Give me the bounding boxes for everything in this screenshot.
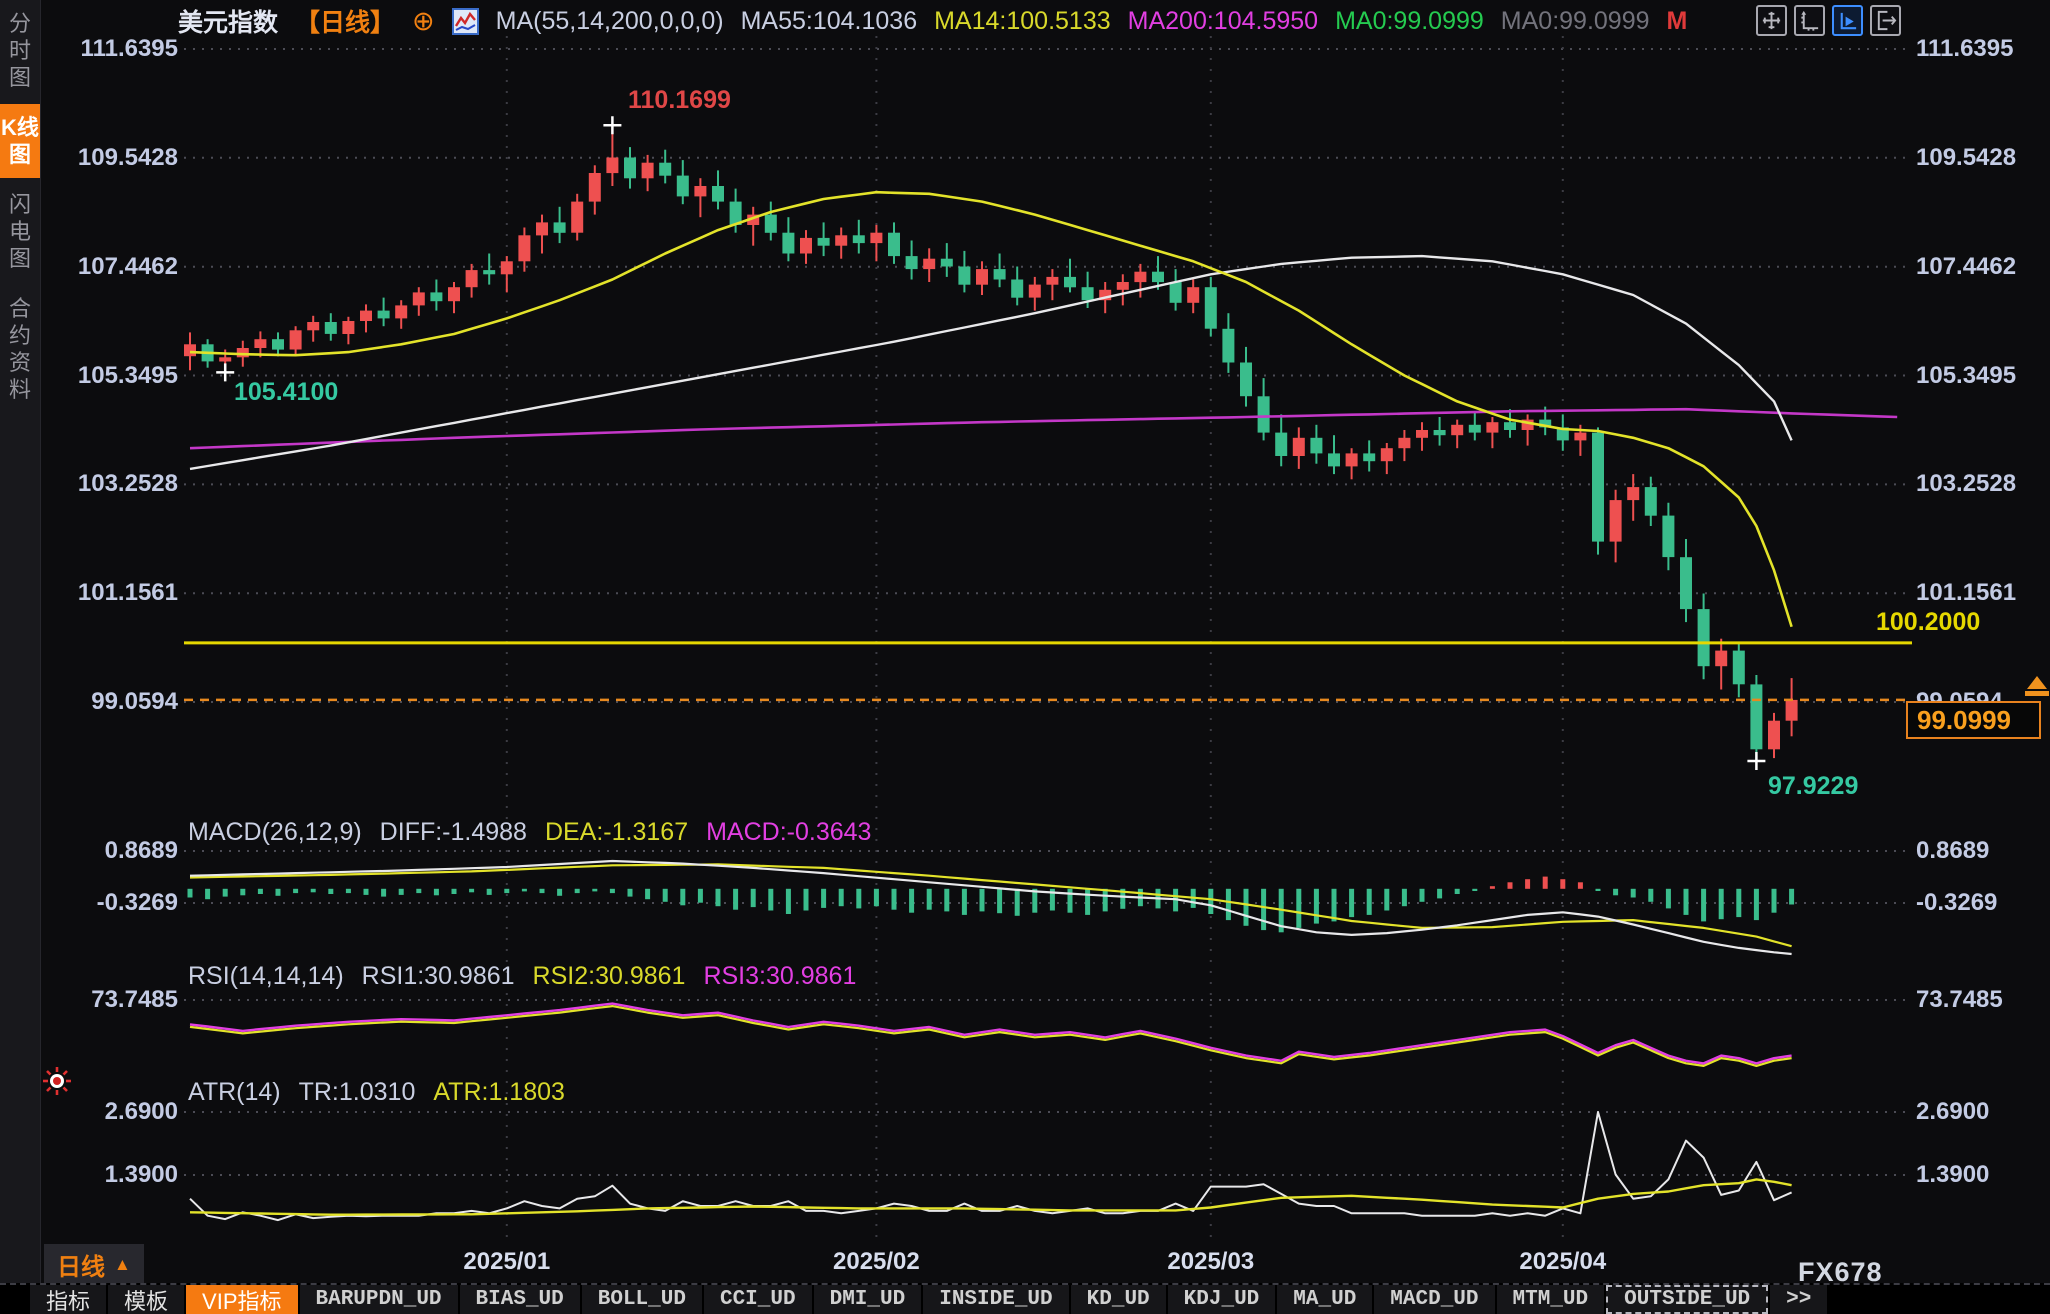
- sidebar-tab-lightning-chart[interactable]: 闪电图: [0, 181, 40, 282]
- bottom-tab-BARUPDN_UD[interactable]: BARUPDN_UD: [300, 1285, 458, 1314]
- date-axis-label: 2025/04: [1503, 1248, 1623, 1276]
- price-axis-label-right: 111.6395: [1916, 35, 2013, 63]
- atr-axis-label-left: 2.6900: [68, 1098, 178, 1126]
- price-axis-label-right: 101.1561: [1916, 579, 2016, 607]
- bottom-tab-BIAS_UD[interactable]: BIAS_UD: [460, 1285, 580, 1314]
- rsi1-value: RSI1:30.9861: [362, 962, 515, 991]
- price-axis-label-right: 107.4462: [1916, 253, 2016, 281]
- bottom-tab-MA_UD[interactable]: MA_UD: [1277, 1285, 1372, 1314]
- pan-icon[interactable]: [1756, 5, 1787, 36]
- price-axis-label-right: 105.3495: [1916, 362, 2016, 390]
- macd-hist-value: MACD:-0.3643: [706, 818, 871, 847]
- recent-low-label: 97.9229: [1768, 772, 1858, 801]
- atr-tr-value: TR:1.0310: [299, 1078, 416, 1107]
- price-arrow-base: [2025, 691, 2049, 696]
- date-axis-label: 2025/03: [1151, 1248, 1271, 1276]
- macd-diff-value: DIFF:-1.4988: [380, 818, 527, 847]
- ma0-value-green: MA0:99.0999: [1335, 7, 1484, 36]
- date-axis-label: 2025/02: [816, 1248, 936, 1276]
- ma55-value: MA55:104.1036: [741, 7, 918, 36]
- playback-icon[interactable]: [1832, 5, 1863, 36]
- trading-app-window: 111.6395 111.6395 109.5428 109.5428 107.4462…: [0, 0, 2050, 1314]
- bottom-tab-MTM_UD[interactable]: MTM_UD: [1497, 1285, 1605, 1314]
- bottom-tab-KD_UD[interactable]: KD_UD: [1071, 1285, 1166, 1314]
- main-chart-canvas[interactable]: [0, 0, 2050, 1314]
- bottom-tab-INSIDE_UD[interactable]: INSIDE_UD: [923, 1285, 1068, 1314]
- price-axis-label-left: 103.2528: [68, 470, 178, 498]
- ma200-value: MA200:104.5950: [1128, 7, 1318, 36]
- period-tag[interactable]: 【日线】: [295, 3, 395, 39]
- rsi-params: RSI(14,14,14): [188, 962, 344, 991]
- price-axis-label-left: 107.4462: [68, 253, 178, 281]
- ma-truncated-label: M: [1667, 7, 1688, 36]
- live-indicator-icon[interactable]: [42, 1066, 72, 1101]
- chart-header: 美元指数 【日线】 ⊕ MA(55,14,200,0,0,0) MA55:104…: [178, 5, 1687, 37]
- symbol-title: 美元指数: [178, 3, 278, 39]
- macd-axis-label-left: -0.3269: [68, 889, 178, 917]
- timeframe-button[interactable]: 日线 ▲: [44, 1244, 144, 1285]
- bottom-tab-DMI_UD[interactable]: DMI_UD: [814, 1285, 922, 1314]
- sidebar-tab-candle-chart[interactable]: K线图: [0, 104, 40, 178]
- bottom-tab-VIP指标[interactable]: VIP指标: [186, 1285, 297, 1314]
- bottom-tab-OUTSIDE_UD[interactable]: OUTSIDE_UD: [1606, 1285, 1768, 1314]
- bottom-tab-CCI_UD[interactable]: CCI_UD: [704, 1285, 812, 1314]
- rsi2-value: RSI2:30.9861: [533, 962, 686, 991]
- rsi-axis-label-right: 73.7485: [1916, 986, 2003, 1014]
- sidebar-tab-time-chart[interactable]: 分时图: [0, 0, 40, 101]
- price-arrow-icon[interactable]: [2027, 676, 2047, 689]
- rsi3-value: RSI3:30.9861: [703, 962, 856, 991]
- chart-type-sidebar: 分时图 K线图 闪电图 合约资料: [0, 0, 41, 1314]
- macd-axis-label-left: 0.8689: [68, 837, 178, 865]
- macd-axis-label-right: 0.8689: [1916, 837, 1989, 865]
- macd-pane-header: MACD(26,12,9) DIFF:-1.4988 DEA:-1.3167 M…: [188, 818, 871, 847]
- start-low-label: 105.4100: [234, 378, 338, 407]
- bottom-tab-more[interactable]: >>: [1770, 1285, 1827, 1314]
- atr-pane-header: ATR(14) TR:1.0310 ATR:1.1803: [188, 1078, 565, 1107]
- price-axis-label-right: 109.5428: [1916, 144, 2016, 172]
- timeframe-label: 日线: [57, 1247, 105, 1282]
- collapse-panel-icon[interactable]: [1870, 5, 1901, 36]
- high-price-label: 110.1699: [628, 86, 731, 115]
- indicator-tab-bar: 指标模板VIP指标BARUPDN_UDBIAS_UDBOLL_UDCCI_UDD…: [0, 1283, 2050, 1314]
- timeframe-arrow-icon: ▲: [114, 1255, 131, 1275]
- atr-axis-label-right: 1.3900: [1916, 1161, 1989, 1189]
- compare-icon[interactable]: ⊕: [412, 8, 435, 34]
- rsi-pane-header: RSI(14,14,14) RSI1:30.9861 RSI2:30.9861 …: [188, 962, 856, 991]
- date-axis-label: 2025/01: [447, 1248, 567, 1276]
- current-price-tag[interactable]: 99.0999: [1906, 701, 2041, 739]
- macd-axis-label-right: -0.3269: [1916, 889, 1997, 917]
- bottom-tab-MACD_UD[interactable]: MACD_UD: [1374, 1285, 1494, 1314]
- ma14-value: MA14:100.5133: [934, 7, 1111, 36]
- price-axis-label-left: 109.5428: [68, 144, 178, 172]
- chart-toolbar: [1756, 5, 1901, 36]
- price-axis-label-right: 103.2528: [1916, 470, 2016, 498]
- rsi-axis-label-left: 73.7485: [68, 986, 178, 1014]
- macd-dea-value: DEA:-1.3167: [545, 818, 688, 847]
- bottom-tab-模板[interactable]: 模板: [108, 1285, 184, 1314]
- price-axis-label-left: 111.6395: [68, 35, 178, 63]
- price-axis-label-left: 101.1561: [68, 579, 178, 607]
- atr-axis-label-left: 1.3900: [68, 1161, 178, 1189]
- atr-axis-label-right: 2.6900: [1916, 1098, 1989, 1126]
- atr-params: ATR(14): [188, 1078, 281, 1107]
- atr-value: ATR:1.1803: [433, 1078, 565, 1107]
- ma-settings-label: MA(55,14,200,0,0,0): [496, 7, 724, 36]
- trendline-price-label: 100.2000: [1876, 608, 1980, 637]
- bottom-tab-BOLL_UD[interactable]: BOLL_UD: [582, 1285, 702, 1314]
- indicator-chart-icon[interactable]: [452, 8, 479, 35]
- macd-params: MACD(26,12,9): [188, 818, 362, 847]
- ma0-value-gray: MA0:99.0999: [1501, 7, 1650, 36]
- bottom-tab-指标[interactable]: 指标: [30, 1285, 106, 1314]
- axis-scale-icon[interactable]: [1794, 5, 1825, 36]
- price-axis-label-left: 99.0594: [68, 688, 178, 716]
- bottom-tab-KDJ_UD[interactable]: KDJ_UD: [1168, 1285, 1276, 1314]
- sidebar-tab-contract-info[interactable]: 合约资料: [0, 285, 40, 413]
- price-axis-label-left: 105.3495: [68, 362, 178, 390]
